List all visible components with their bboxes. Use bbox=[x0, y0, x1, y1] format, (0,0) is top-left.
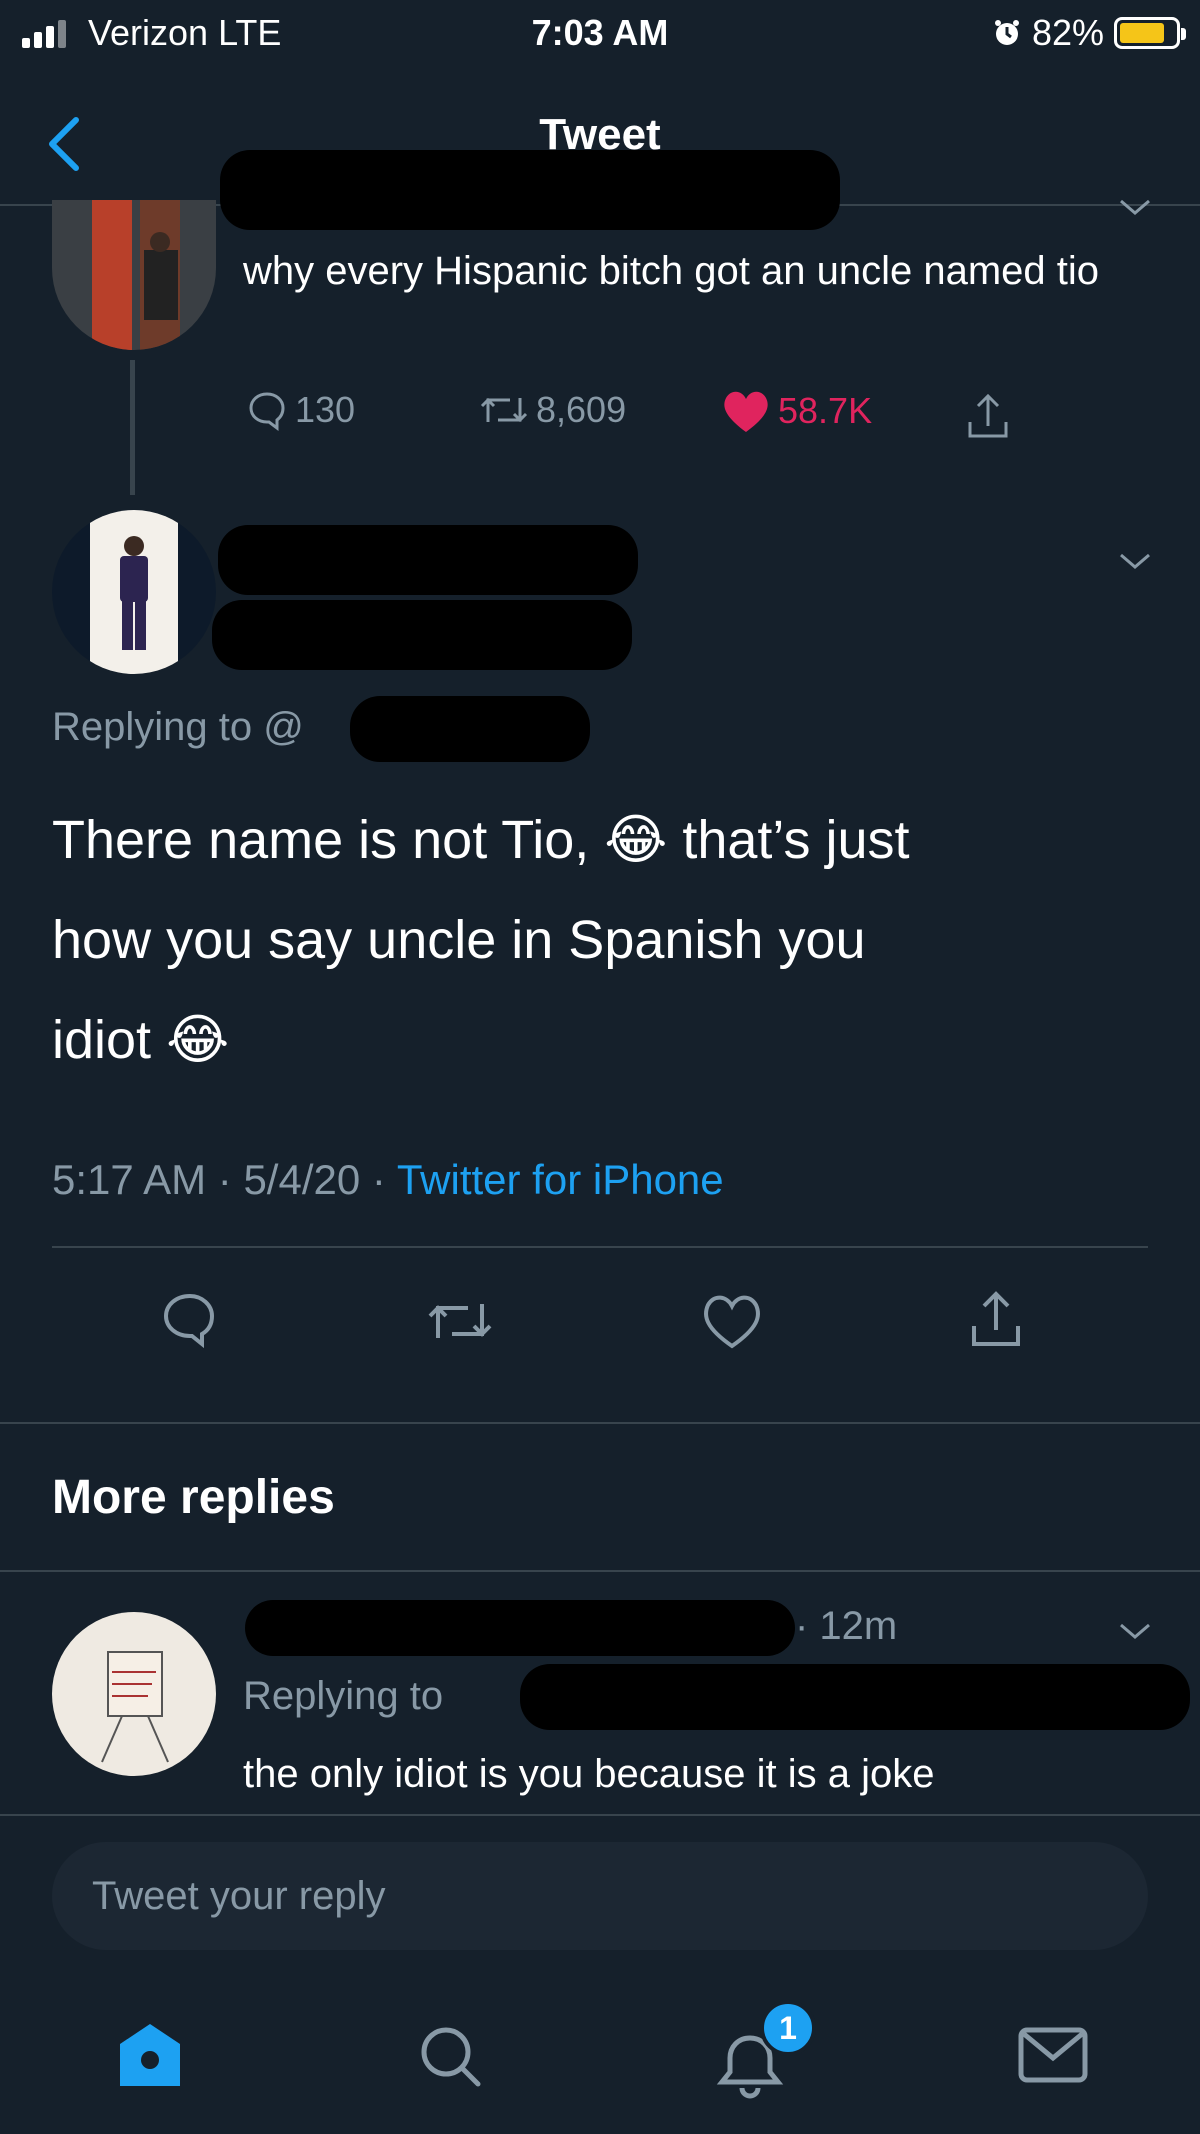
battery-percent: 82% bbox=[1031, 12, 1104, 53]
meta-separator: · bbox=[371, 1156, 386, 1203]
reply-input-placeholder: Tweet your reply bbox=[92, 1873, 386, 1918]
replying-to-label: Replying to @ bbox=[52, 705, 304, 749]
tweet-line: idiot 😂 bbox=[52, 1010, 230, 1070]
like-count: 58.7K bbox=[778, 390, 873, 431]
alarm-icon bbox=[994, 20, 1019, 45]
tweet-meta: 5:17 AM · 5/4/20 · Twitter for iPhone bbox=[52, 1156, 724, 1204]
share-icon[interactable] bbox=[962, 390, 1014, 442]
retweet-icon[interactable] bbox=[424, 1292, 496, 1350]
section-separator bbox=[0, 1422, 1200, 1424]
parent-avatar[interactable] bbox=[52, 200, 216, 350]
home-icon[interactable] bbox=[114, 2020, 186, 2092]
chevron-down-icon[interactable] bbox=[1118, 552, 1152, 570]
tweet-line: how you say uncle in Spanish you bbox=[52, 910, 866, 970]
retweet-icon bbox=[480, 397, 528, 423]
redacted-reply-author bbox=[245, 1600, 795, 1656]
divider bbox=[52, 1246, 1148, 1248]
reply-input[interactable]: Tweet your reply bbox=[52, 1842, 1148, 1950]
reply-icon[interactable] bbox=[158, 1290, 222, 1350]
reply-replying-to: Replying to bbox=[243, 1674, 444, 1718]
more-replies-heading: More replies bbox=[52, 1471, 335, 1524]
like-icon[interactable] bbox=[700, 1292, 764, 1350]
chevron-down-icon[interactable] bbox=[1118, 1622, 1152, 1640]
reply-count-button[interactable]: 130 bbox=[245, 388, 355, 432]
reply-time: · 12m bbox=[795, 1604, 898, 1648]
meta-separator: · bbox=[217, 1156, 232, 1203]
thread-line bbox=[130, 360, 135, 495]
author-avatar[interactable] bbox=[52, 510, 216, 674]
chevron-down-icon[interactable] bbox=[1118, 198, 1152, 216]
retweet-count: 8,609 bbox=[536, 389, 627, 430]
like-count-button[interactable]: 58.7K bbox=[720, 388, 872, 434]
messages-icon[interactable] bbox=[1016, 2022, 1090, 2088]
retweet-count-button[interactable]: 8,609 bbox=[478, 388, 626, 432]
notification-count: 1 bbox=[779, 2009, 797, 2046]
reply-count: 130 bbox=[295, 389, 356, 430]
reply-avatar[interactable] bbox=[52, 1612, 216, 1776]
redacted-reply-mention bbox=[520, 1664, 1190, 1730]
main-tweet-text: There name is not Tio, 😂 that’s just how… bbox=[52, 790, 1152, 1090]
notification-badge: 1 bbox=[760, 2000, 816, 2056]
status-right: 82% bbox=[992, 12, 1186, 54]
divider bbox=[0, 1570, 1200, 1572]
redacted-author-handle bbox=[212, 600, 632, 670]
tweet-line: There name is not Tio, 😂 that’s just bbox=[52, 810, 910, 870]
tweet-date: 5/4/20 bbox=[243, 1156, 361, 1203]
share-icon[interactable] bbox=[964, 1288, 1028, 1352]
heart-filled-icon bbox=[724, 391, 768, 432]
parent-tweet-text: why every Hispanic bitch got an uncle na… bbox=[243, 249, 1100, 293]
tweet-source-link[interactable]: Twitter for iPhone bbox=[397, 1156, 724, 1203]
redacted-name bbox=[220, 150, 840, 230]
redacted-mention bbox=[350, 696, 590, 762]
tweet-time: 5:17 AM bbox=[52, 1156, 207, 1203]
redacted-author-name bbox=[218, 525, 638, 595]
search-icon[interactable] bbox=[414, 2020, 486, 2092]
status-bar: Verizon LTE 7:03 AM 82% bbox=[0, 0, 1200, 70]
battery-icon bbox=[1114, 17, 1186, 49]
reply-text: the only idiot is you because it is a jo… bbox=[243, 1752, 935, 1796]
reply-icon bbox=[249, 392, 285, 431]
